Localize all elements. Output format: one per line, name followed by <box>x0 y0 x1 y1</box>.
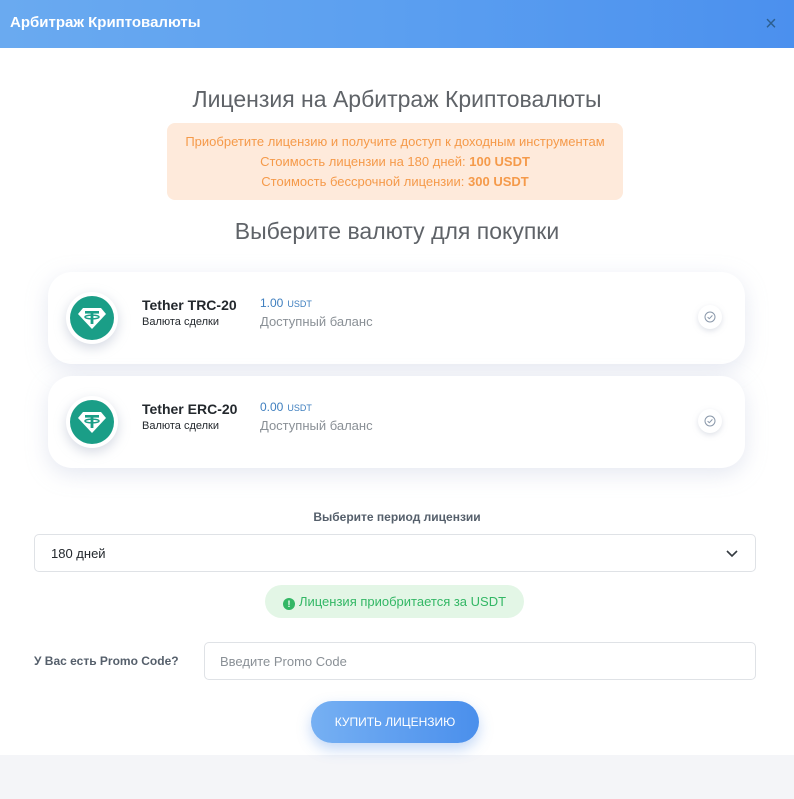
notice-line-3: Стоимость бессрочной лицензии: 300 USDT <box>167 172 623 192</box>
currency-heading: Выберите валюту для покупки <box>234 218 560 244</box>
license-price-notice: Приобретите лицензию и получите доступ к… <box>167 123 623 200</box>
balance-amount: 1.00 USDT <box>260 296 312 310</box>
notice-line-1: Приобретите лицензию и получите доступ к… <box>185 134 605 149</box>
license-currency-info: ! Лицензия приобритается за USDT <box>265 585 524 618</box>
select-check-icon[interactable] <box>698 409 722 433</box>
notice-180-days-label: Стоимость лицензии на 180 дней: <box>260 154 466 169</box>
balance-amount: 0.00 USDT <box>260 400 312 414</box>
modal-title: Арбитраж Криптовалюты <box>10 14 201 31</box>
buy-license-button[interactable]: КУПИТЬ ЛИЦЕНЗИЮ <box>311 701 479 743</box>
currency-name: Tether TRC-20 <box>142 297 237 313</box>
balance-label: Доступный баланс <box>260 418 373 433</box>
close-icon[interactable]: × <box>760 13 782 35</box>
promo-code-input[interactable] <box>204 642 756 680</box>
notice-180-days-price: 100 USDT <box>469 154 530 169</box>
notice-lifetime-label: Стоимость бессрочной лицензии: <box>261 174 465 189</box>
balance-value: 1.00 <box>260 296 284 310</box>
balance-value: 0.00 <box>260 400 284 414</box>
notice-line-2: Стоимость лицензии на 180 дней: 100 USDT <box>167 152 623 172</box>
select-check-icon[interactable] <box>698 305 722 329</box>
balance-unit: USDT <box>287 403 312 413</box>
tether-icon <box>70 296 114 340</box>
license-modal: Арбитраж Криптовалюты × Лицензия на Арби… <box>0 0 794 755</box>
currency-card-tether-erc20[interactable]: Tether ERC-20 Валюта сделки 0.00 USDT Дос… <box>48 376 745 468</box>
modal-header: Арбитраж Криптовалюты × <box>0 0 794 48</box>
period-select[interactable]: 180 дней <box>34 534 756 572</box>
promo-label: У Вас есть Promo Code? <box>34 654 179 668</box>
info-icon: ! <box>282 598 295 610</box>
currency-subtitle: Валюта сделки <box>142 420 220 432</box>
period-selected-value: 180 дней <box>51 546 106 561</box>
notice-lifetime-price: 300 USDT <box>468 174 529 189</box>
currency-name: Tether ERC-20 <box>142 401 238 417</box>
page-title: Лицензия на Арбитраж Криптовалюты <box>192 86 602 112</box>
tether-icon <box>70 400 114 444</box>
chevron-down-icon <box>726 550 738 558</box>
coin-badge <box>66 396 118 448</box>
currency-subtitle: Валюта сделки <box>142 316 220 328</box>
balance-unit: USDT <box>287 299 312 309</box>
currency-card-tether-trc20[interactable]: Tether TRC-20 Валюта сделки 1.00 USDT Дос… <box>48 272 745 364</box>
balance-label: Доступный баланс <box>260 314 373 329</box>
info-text: Лицензия приобритается за USDT <box>298 594 507 609</box>
coin-badge <box>66 292 118 344</box>
period-label: Выберите период лицензии <box>313 510 481 524</box>
